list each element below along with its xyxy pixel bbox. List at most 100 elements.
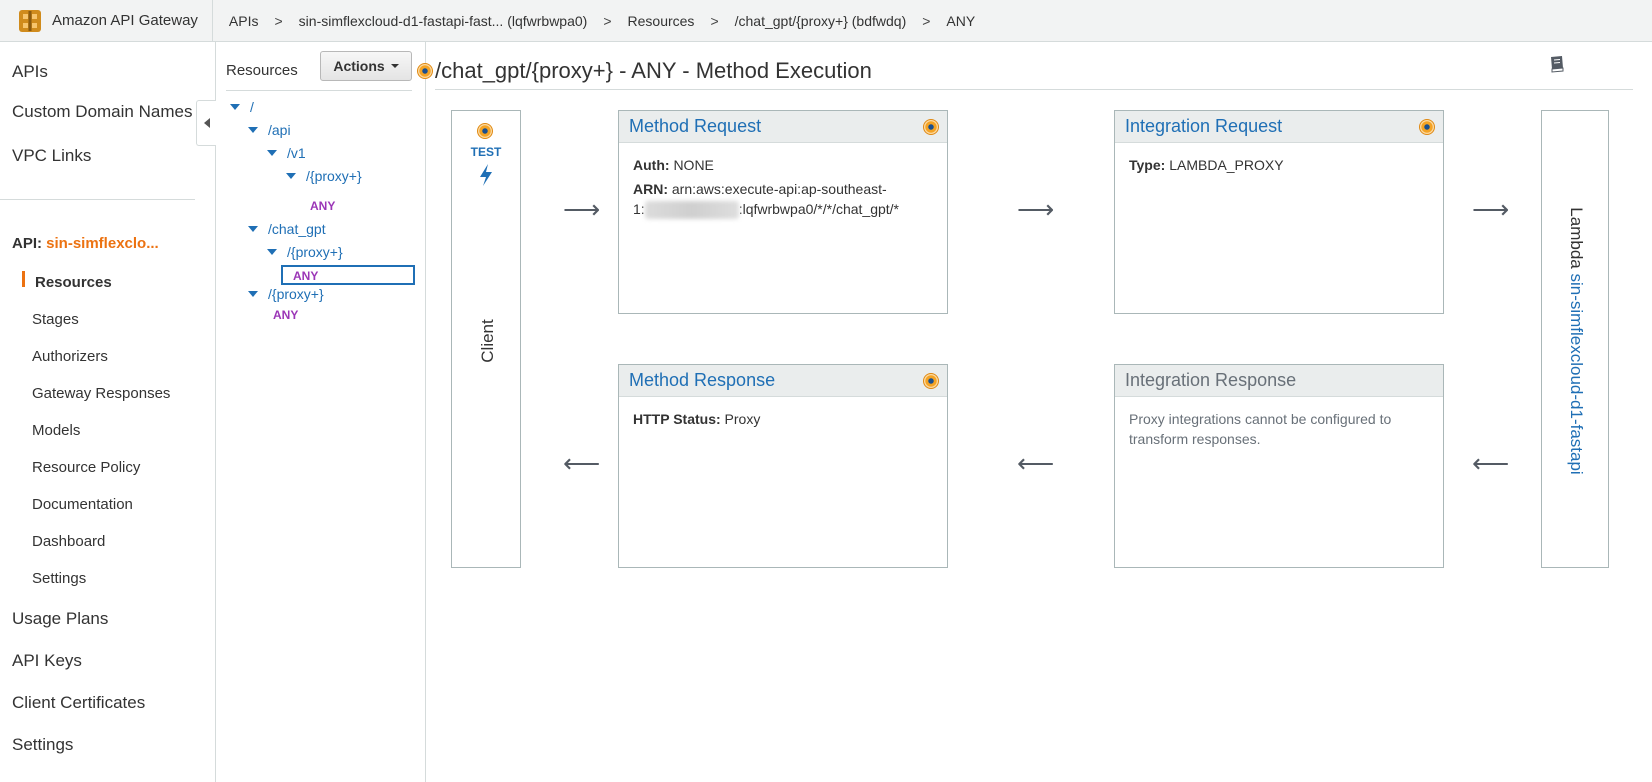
arn-value-prefix: 1: (633, 201, 645, 217)
nav-divider (0, 199, 195, 200)
breadcrumb-separator: > (603, 12, 612, 29)
brand[interactable]: Amazon API Gateway (0, 0, 213, 42)
tree-node-chat-gpt-proxy[interactable]: /{proxy+} (267, 244, 343, 260)
lambda-box: Lambda sin-simflexcloud-d1-fastapi (1541, 110, 1609, 568)
http-status-label: HTTP Status: (633, 411, 721, 427)
nav-item-usage-plans[interactable]: Usage Plans (12, 609, 108, 629)
breadcrumb: APIs > sin-simflexcloud-d1-fastapi-fast.… (213, 13, 977, 29)
arrow-right-icon: ⟶ (1472, 194, 1510, 224)
integration-request-body: Type: LAMBDA_PROXY (1115, 143, 1443, 187)
tree-node-label: /chat_gpt (268, 221, 326, 237)
tree-method-any[interactable]: ANY (310, 199, 335, 213)
status-dot-icon (477, 123, 493, 139)
nav-item-stages[interactable]: Stages (32, 311, 79, 328)
nav-item-gateway-responses[interactable]: Gateway Responses (32, 385, 170, 402)
tree-node-root-proxy[interactable]: /{proxy+} (248, 286, 324, 302)
integration-response-note: Proxy integrations cannot be configured … (1129, 411, 1392, 447)
status-dot-icon (1419, 119, 1435, 135)
nav-item-api-settings[interactable]: Settings (32, 570, 86, 587)
type-value: LAMBDA_PROXY (1169, 157, 1284, 173)
api-name: sin-simflexclo... (46, 235, 159, 252)
resources-divider (226, 90, 412, 91)
nav-item-dashboard[interactable]: Dashboard (32, 533, 105, 550)
tree-caret-icon[interactable] (248, 127, 258, 133)
api-label-prefix: API: (12, 235, 42, 252)
breadcrumb-resources[interactable]: Resources (626, 13, 697, 29)
tree-node-chat-gpt[interactable]: /chat_gpt (248, 221, 326, 237)
integration-request-link[interactable]: Integration Request (1115, 111, 1443, 143)
method-request-link[interactable]: Method Request (619, 111, 947, 143)
test-button[interactable]: TEST (452, 145, 520, 159)
arrow-left-icon: ⟵ (563, 448, 601, 478)
type-label: Type: (1129, 157, 1166, 173)
arrow-right-icon: ⟶ (1017, 194, 1055, 224)
resources-title: Resources (226, 62, 298, 79)
tree-method-any[interactable]: ANY (273, 308, 298, 322)
integration-response-card: Integration Response Proxy integrations … (1114, 364, 1444, 568)
collapse-nav-button[interactable] (196, 100, 216, 146)
nav-item-documentation[interactable]: Documentation (32, 496, 133, 513)
actions-button[interactable]: Actions (320, 51, 412, 81)
tree-caret-icon[interactable] (267, 150, 277, 156)
tree-caret-icon[interactable] (248, 226, 258, 232)
breadcrumb-resource[interactable]: /chat_gpt/{proxy+} (bdfwdq) (733, 13, 909, 29)
tree-caret-icon[interactable] (248, 291, 258, 297)
tree-node-label: /{proxy+} (287, 244, 343, 260)
status-dot-icon (923, 119, 939, 135)
nav-item-models[interactable]: Models (32, 422, 80, 439)
auth-value: NONE (673, 157, 714, 173)
lambda-prefix: Lambda (1567, 207, 1586, 269)
tree-node-api[interactable]: /api (248, 122, 291, 138)
title-divider (435, 89, 1633, 90)
tree-node-v1-proxy[interactable]: /{proxy+} (286, 168, 362, 184)
arrow-left-icon: ⟵ (1472, 448, 1510, 478)
api-label[interactable]: API: sin-simflexclo... (12, 235, 159, 252)
active-indicator (22, 271, 25, 287)
lambda-function-link[interactable]: sin-simflexcloud-d1-fastapi (1567, 273, 1586, 474)
status-dot-icon (923, 373, 939, 389)
integration-response-title: Integration Response (1115, 365, 1443, 397)
chevron-down-icon (390, 64, 399, 68)
book-icon[interactable] (1547, 54, 1567, 74)
tree-node-label: /v1 (287, 145, 306, 161)
tree-node-root[interactable]: / (230, 99, 254, 115)
tree-caret-icon[interactable] (286, 173, 296, 179)
nav-item-settings[interactable]: Settings (12, 735, 73, 755)
left-navigation: APIs Custom Domain Names VPC Links API: … (0, 42, 216, 782)
top-bar: Amazon API Gateway APIs > sin-simflexclo… (0, 0, 1652, 42)
method-request-card: Method Request Auth: NONE ARN: arn:aws:e… (618, 110, 948, 314)
breadcrumb-separator: > (274, 12, 283, 29)
tree-caret-icon[interactable] (267, 249, 277, 255)
nav-item-resources[interactable]: Resources (35, 274, 112, 291)
breadcrumb-apis[interactable]: APIs (227, 13, 261, 29)
auth-row: Auth: NONE (633, 155, 933, 175)
lambda-label: Lambda sin-simflexcloud-d1-fastapi (1566, 207, 1586, 474)
tree-node-label: /{proxy+} (306, 168, 362, 184)
tree-node-label: /{proxy+} (268, 286, 324, 302)
tree-node-label: /api (268, 122, 291, 138)
breadcrumb-method[interactable]: ANY (944, 13, 977, 29)
nav-item-vpc-links[interactable]: VPC Links (12, 146, 91, 166)
breadcrumb-api[interactable]: sin-simflexcloud-d1-fastapi-fast... (lqf… (297, 13, 590, 29)
lightning-bolt-icon[interactable] (476, 163, 496, 187)
nav-item-authorizers[interactable]: Authorizers (32, 348, 108, 365)
client-box: TEST Client (451, 110, 521, 568)
collapse-left-icon (203, 118, 210, 128)
nav-item-api-keys[interactable]: API Keys (12, 651, 82, 671)
method-request-body: Auth: NONE ARN: arn:aws:execute-api:ap-s… (619, 143, 947, 231)
nav-item-client-certificates[interactable]: Client Certificates (12, 693, 145, 713)
arn-row: ARN: arn:aws:execute-api:ap-southeast- 1… (633, 179, 933, 220)
breadcrumb-separator: > (710, 12, 719, 29)
tree-node-v1[interactable]: /v1 (267, 145, 306, 161)
tree-caret-icon[interactable] (230, 104, 240, 110)
nav-item-apis[interactable]: APIs (12, 62, 48, 82)
api-gateway-logo-icon (19, 9, 41, 32)
tree-method-any-selected[interactable]: ANY (281, 265, 415, 285)
integration-request-card: Integration Request Type: LAMBDA_PROXY (1114, 110, 1444, 314)
method-response-card: Method Response HTTP Status: Proxy (618, 364, 948, 568)
nav-item-resource-policy[interactable]: Resource Policy (32, 459, 140, 476)
breadcrumb-separator: > (922, 12, 931, 29)
arn-label: ARN: (633, 181, 668, 197)
nav-item-custom-domain-names[interactable]: Custom Domain Names (12, 102, 192, 122)
method-response-link[interactable]: Method Response (619, 365, 947, 397)
